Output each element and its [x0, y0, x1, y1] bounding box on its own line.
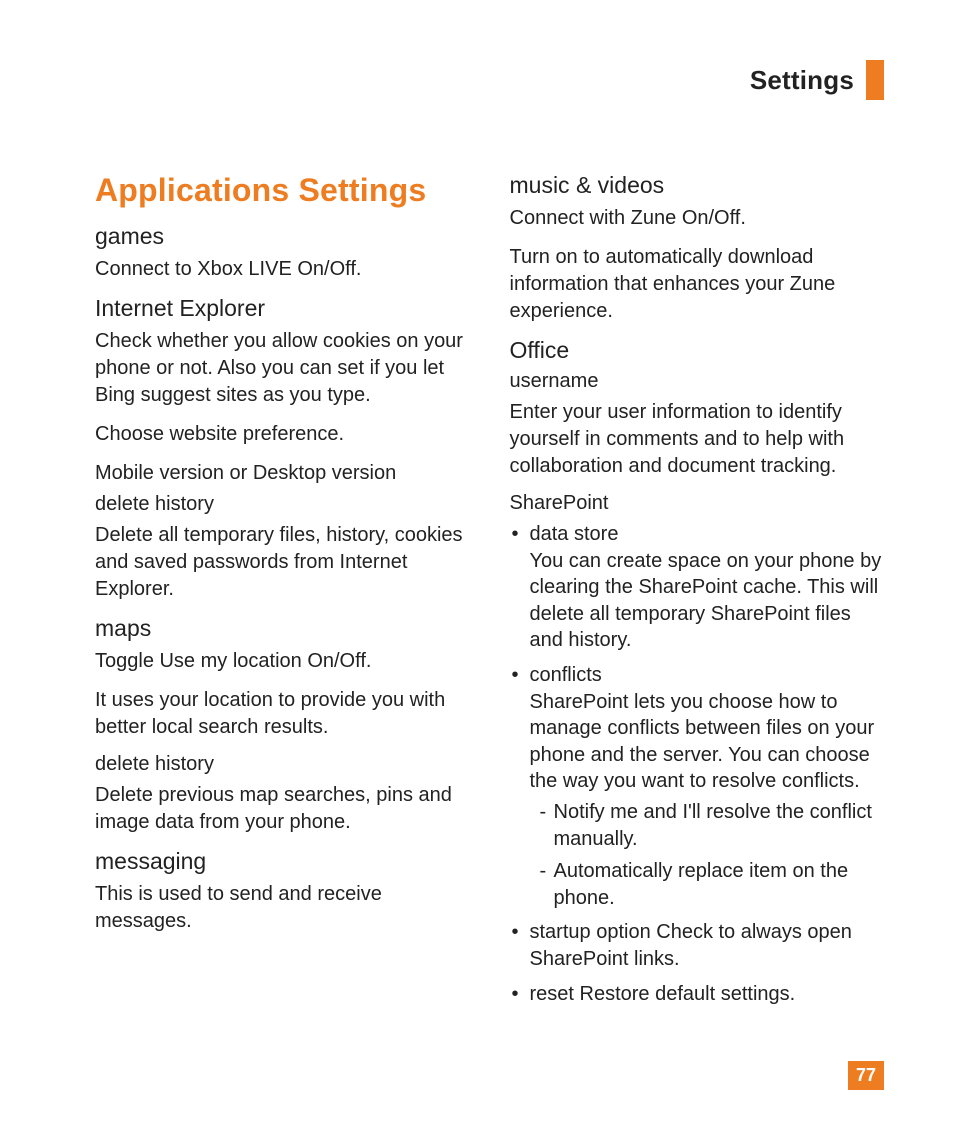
maps-body-3: Delete previous map searches, pins and i… — [95, 782, 470, 836]
maps-heading: maps — [95, 615, 470, 642]
bullet-desc: You can create space on your phone by cl… — [530, 548, 885, 654]
conflict-options: Notify me and I'll resolve the conflict … — [530, 799, 885, 911]
ie-delete-history-heading: delete history — [95, 493, 470, 516]
ie-body-3: Mobile version or Desktop version — [95, 460, 470, 487]
bullet-desc: SharePoint lets you choose how to manage… — [530, 689, 885, 795]
sharepoint-bullet-datastore: data store You can create space on your … — [510, 521, 885, 654]
left-column: Applications Settings games Connect to X… — [95, 172, 470, 1015]
maps-body-1: Toggle Use my location On/Off. — [95, 648, 470, 675]
section-title: Applications Settings — [95, 172, 470, 209]
sharepoint-bullet-list: data store You can create space on your … — [510, 521, 885, 1007]
messaging-heading: messaging — [95, 848, 470, 875]
maps-delete-history-heading: delete history — [95, 753, 470, 776]
ie-body-1: Check whether you allow cookies on your … — [95, 328, 470, 409]
office-body-1: Enter your user information to identify … — [510, 399, 885, 480]
bullet-title: data store — [530, 523, 619, 545]
content-columns: Applications Settings games Connect to X… — [95, 172, 884, 1015]
header-title: Settings — [750, 65, 854, 96]
office-sharepoint-heading: SharePoint — [510, 492, 885, 515]
music-body-2: Turn on to automatically download inform… — [510, 244, 885, 325]
office-username-heading: username — [510, 370, 885, 393]
bullet-title: conflicts — [530, 664, 602, 686]
maps-body-2: It uses your location to provide you wit… — [95, 687, 470, 741]
music-body-1: Connect with Zune On/Off. — [510, 205, 885, 232]
page-header: Settings — [95, 60, 884, 100]
conflict-option-auto: Automatically replace item on the phone. — [540, 858, 885, 911]
games-body: Connect to Xbox LIVE On/Off. — [95, 256, 470, 283]
music-heading: music & videos — [510, 172, 885, 199]
sharepoint-bullet-conflicts: conflicts SharePoint lets you choose how… — [510, 662, 885, 911]
ie-body-4: Delete all temporary files, history, coo… — [95, 522, 470, 603]
sharepoint-bullet-reset: reset Restore default settings. — [510, 981, 885, 1008]
games-heading: games — [95, 223, 470, 250]
right-column: music & videos Connect with Zune On/Off.… — [510, 172, 885, 1015]
ie-body-2: Choose website preference. — [95, 421, 470, 448]
header-accent-bar — [866, 60, 884, 100]
page: Settings Applications Settings games Con… — [0, 0, 954, 1145]
messaging-body: This is used to send and receive message… — [95, 881, 470, 935]
page-number: 77 — [848, 1061, 884, 1090]
ie-heading: Internet Explorer — [95, 295, 470, 322]
sharepoint-bullet-startup: startup option Check to always open Shar… — [510, 919, 885, 972]
office-heading: Office — [510, 337, 885, 364]
conflict-option-manual: Notify me and I'll resolve the conflict … — [540, 799, 885, 852]
